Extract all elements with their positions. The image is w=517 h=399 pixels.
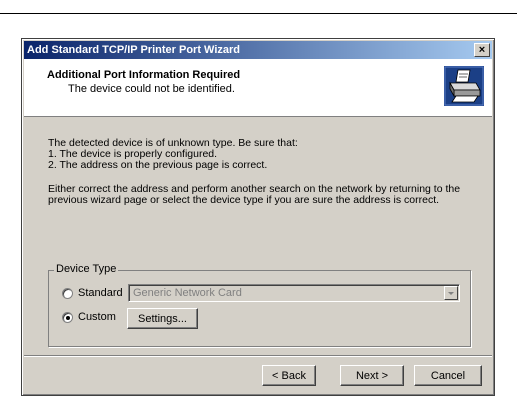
body-line-3: 2. The address on the previous page is c… — [48, 159, 268, 171]
top-divider — [0, 13, 517, 14]
window-title: Add Standard TCP/IP Printer Port Wizard — [27, 44, 241, 56]
back-button-label: < Back — [272, 369, 306, 382]
settings-button[interactable]: Settings... — [127, 308, 198, 329]
close-icon: × — [478, 43, 486, 56]
standard-radio-label[interactable]: Standard — [78, 287, 123, 299]
next-button-label: Next > — [355, 369, 389, 382]
chevron-down-icon — [448, 291, 454, 295]
header-title: Additional Port Information Required — [47, 69, 241, 81]
radio-selected-icon — [66, 316, 70, 320]
header-subtitle: The device could not be identified. — [68, 83, 235, 95]
next-button[interactable]: Next > — [340, 365, 404, 386]
footer-separator — [24, 355, 492, 356]
standard-device-value: Generic Network Card — [133, 287, 242, 299]
cancel-button[interactable]: Cancel — [414, 365, 482, 386]
device-type-group: Device Type — [48, 263, 471, 347]
custom-radio-label[interactable]: Custom — [78, 311, 116, 323]
back-button[interactable]: < Back — [262, 365, 316, 386]
standard-device-select[interactable]: Generic Network Card — [128, 284, 460, 302]
close-button[interactable]: × — [474, 43, 490, 57]
device-type-label: Device Type — [54, 263, 119, 275]
custom-radio[interactable] — [62, 312, 73, 323]
cancel-button-label: Cancel — [430, 369, 466, 382]
settings-button-label: Settings... — [138, 312, 187, 325]
printer-icon — [444, 66, 484, 106]
wizard-window: Add Standard TCP/IP Printer Port Wizard … — [21, 38, 495, 396]
wizard-header: Additional Port Information Required The… — [24, 59, 492, 117]
body-para2-line-2: previous wizard page or select the devic… — [48, 194, 440, 206]
standard-radio[interactable] — [62, 288, 73, 299]
title-bar[interactable]: Add Standard TCP/IP Printer Port Wizard … — [24, 41, 492, 59]
dropdown-arrow-button[interactable] — [444, 286, 458, 300]
